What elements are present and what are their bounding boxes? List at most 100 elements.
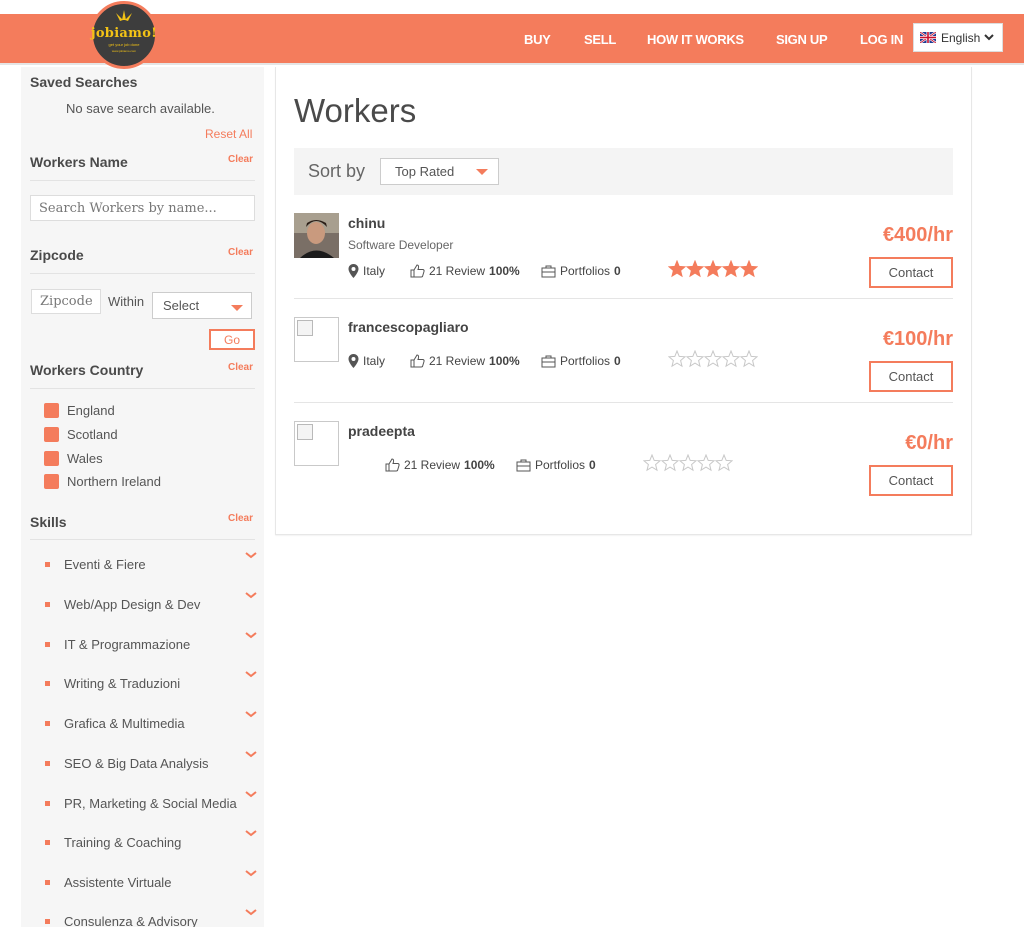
worker-avatar[interactable] <box>294 421 339 466</box>
bullet <box>45 880 50 885</box>
chevron-down-icon <box>984 34 994 41</box>
country-option-northern-ireland[interactable]: Northern Ireland <box>44 474 161 489</box>
worker-name[interactable]: chinu <box>348 215 385 231</box>
chevron-down-icon[interactable] <box>245 750 257 758</box>
divider <box>30 388 255 389</box>
checkbox[interactable] <box>44 451 59 466</box>
site-logo[interactable]: jobiamo! get your job done www.jobiamo.c… <box>90 1 158 69</box>
star-filled-icon <box>740 260 758 278</box>
worker-name[interactable]: francescopagliaro <box>348 319 469 335</box>
worker-avatar[interactable] <box>294 317 339 362</box>
skill-label: Eventi & Fiere <box>64 557 146 572</box>
sort-select[interactable]: Top Rated <box>380 158 499 185</box>
star-empty-icon <box>679 454 697 472</box>
chevron-down-icon[interactable] <box>245 551 257 559</box>
go-button[interactable]: Go <box>209 329 255 350</box>
language-select[interactable]: English <box>913 23 1003 52</box>
skill-item[interactable]: IT & Programmazione <box>43 632 257 652</box>
location-text: Italy <box>363 354 386 368</box>
divider <box>30 273 255 274</box>
divider <box>30 180 255 181</box>
saved-searches-title: Saved Searches <box>30 74 138 90</box>
workers-name-clear[interactable]: Clear <box>228 154 253 165</box>
worker-card: pradeepta 21 Review 100% Portfolios 0 €0/h… <box>294 415 953 519</box>
rating-stars <box>668 350 758 368</box>
bullet <box>45 919 50 924</box>
star-empty-icon <box>722 350 740 368</box>
worker-portfolios: Portfolios 0 <box>541 354 621 368</box>
worker-card: francescopagliaro Italy 21 Review 100% Po… <box>294 311 953 415</box>
skills-clear[interactable]: Clear <box>228 513 253 524</box>
country-option-wales[interactable]: Wales <box>44 451 103 466</box>
skill-item[interactable]: Grafica & Multimedia <box>43 711 257 731</box>
workers-country-clear[interactable]: Clear <box>228 362 253 373</box>
chevron-down-icon[interactable] <box>245 908 257 916</box>
skill-item[interactable]: PR, Marketing & Social Media <box>43 791 257 811</box>
nav-log-in[interactable]: LOG IN <box>860 32 903 47</box>
saved-searches-empty: No save search available. <box>66 101 215 116</box>
chevron-down-icon[interactable] <box>245 790 257 798</box>
nav-how-it-works[interactable]: HOW IT WORKS <box>647 32 744 47</box>
nav-sell[interactable]: SELL <box>584 32 616 47</box>
contact-button[interactable]: Contact <box>869 257 953 288</box>
thumbs-up-icon <box>410 354 425 368</box>
checkbox[interactable] <box>44 403 59 418</box>
portfolios-label: Portfolios <box>560 264 611 278</box>
chevron-down-icon[interactable] <box>245 631 257 639</box>
chevron-down-icon[interactable] <box>245 829 257 837</box>
thumbs-up-icon <box>385 458 400 472</box>
distance-select[interactable]: Select <box>152 292 252 319</box>
worker-reviews: 21 Review 100% <box>385 458 495 472</box>
worker-avatar[interactable] <box>294 213 339 258</box>
skill-item[interactable]: SEO & Big Data Analysis <box>43 751 257 771</box>
country-option-england[interactable]: England <box>44 403 115 418</box>
chevron-down-icon[interactable] <box>245 670 257 678</box>
skill-item[interactable]: Training & Coaching <box>43 830 257 850</box>
uk-flag-icon <box>920 32 936 43</box>
contact-button[interactable]: Contact <box>869 361 953 392</box>
review-count: 21 Review <box>429 264 486 278</box>
workers-country-title: Workers Country <box>30 362 144 378</box>
hourly-rate: €100/hr <box>882 328 953 350</box>
divider <box>30 539 255 540</box>
skill-label: Training & Coaching <box>64 835 182 850</box>
worker-name-search-input[interactable]: Search Workers by name... <box>30 195 255 221</box>
skill-item[interactable]: Writing & Traduzioni <box>43 671 257 691</box>
skills-title: Skills <box>30 514 67 530</box>
chevron-down-icon[interactable] <box>245 710 257 718</box>
within-label: Within <box>108 294 145 309</box>
review-count: 21 Review <box>429 354 486 368</box>
contact-button[interactable]: Contact <box>869 465 953 496</box>
skill-label: Consulenza & Advisory <box>64 914 198 927</box>
star-filled-icon <box>686 260 704 278</box>
worker-location: Italy <box>348 264 385 278</box>
skill-label: SEO & Big Data Analysis <box>64 756 209 771</box>
skill-item[interactable]: Eventi & Fiere <box>43 552 257 572</box>
star-empty-icon <box>704 350 722 368</box>
worker-name[interactable]: pradeepta <box>348 423 415 439</box>
skill-label: Assistente Virtuale <box>64 875 172 890</box>
country-label: Wales <box>67 451 103 466</box>
country-option-scotland[interactable]: Scotland <box>44 427 118 442</box>
chevron-down-icon[interactable] <box>245 591 257 599</box>
reset-all-link[interactable]: Reset All <box>205 127 252 141</box>
portfolios-count: 0 <box>589 458 596 472</box>
skill-item[interactable]: Consulenza & Advisory <box>43 909 257 927</box>
star-filled-icon <box>668 260 686 278</box>
zipcode-input[interactable]: Zipcode <box>31 289 101 314</box>
bullet <box>45 642 50 647</box>
skill-item[interactable]: Assistente Virtuale <box>43 870 257 890</box>
zipcode-clear[interactable]: Clear <box>228 247 253 258</box>
nav-buy[interactable]: BUY <box>524 32 551 47</box>
skill-item[interactable]: Web/App Design & Dev <box>43 592 257 612</box>
checkbox[interactable] <box>44 474 59 489</box>
portfolio-icon <box>541 265 556 277</box>
checkbox[interactable] <box>44 427 59 442</box>
zipcode-title: Zipcode <box>30 247 84 263</box>
caret-down-icon <box>231 305 243 311</box>
nav-sign-up[interactable]: SIGN UP <box>776 32 828 47</box>
chevron-down-icon[interactable] <box>245 869 257 877</box>
skill-label: Grafica & Multimedia <box>64 716 185 731</box>
worker-card: chinu Software Developer Italy 21 Review… <box>294 207 953 311</box>
star-empty-icon <box>715 454 733 472</box>
